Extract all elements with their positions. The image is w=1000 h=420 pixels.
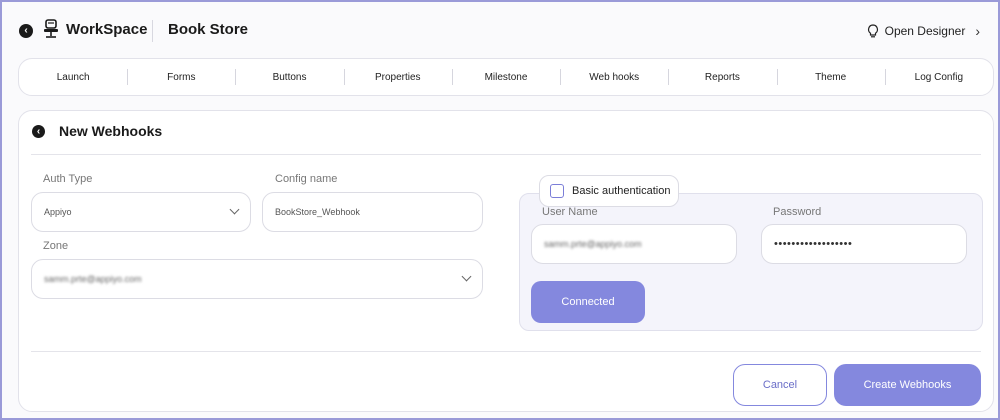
app-window: ‹ WorkSpace Book Store Open Designer › L… xyxy=(0,0,1000,420)
nav-tabs: Launch Forms Buttons Properties Mileston… xyxy=(18,58,994,96)
workspace-label: WorkSpace xyxy=(66,21,148,38)
auth-type-value: Appiyo xyxy=(44,207,72,217)
cancel-button[interactable]: Cancel xyxy=(733,364,827,406)
page-title: New Webhooks xyxy=(59,123,163,139)
chevron-down-icon xyxy=(461,271,472,282)
username-value: samm.prte@appiyo.com xyxy=(544,239,642,249)
username-label: User Name xyxy=(542,206,598,218)
create-webhooks-button[interactable]: Create Webhooks xyxy=(834,364,981,406)
config-name-label: Config name xyxy=(275,173,338,185)
tab-web-hooks[interactable]: Web hooks xyxy=(560,68,668,85)
password-label: Password xyxy=(773,206,822,218)
tab-log-config[interactable]: Log Config xyxy=(884,68,993,85)
config-name-input[interactable]: BookStore_Webhook xyxy=(262,192,483,232)
config-name-value: BookStore_Webhook xyxy=(275,207,360,217)
top-bar: ‹ WorkSpace Book Store Open Designer › xyxy=(2,2,1000,56)
username-input[interactable]: samm.prte@appiyo.com xyxy=(531,224,737,264)
basic-auth-checkbox[interactable] xyxy=(550,184,564,198)
basic-auth-label: Basic authentication xyxy=(572,185,671,197)
basic-auth-toggle[interactable]: Basic authentication xyxy=(539,175,679,207)
auth-type-select[interactable]: Appiyo xyxy=(31,192,251,232)
zone-label: Zone xyxy=(43,240,69,252)
divider xyxy=(31,351,981,352)
open-designer-label: Open Designer xyxy=(884,24,966,38)
tab-forms[interactable]: Forms xyxy=(127,68,235,85)
tab-milestone[interactable]: Milestone xyxy=(451,68,560,85)
connected-button[interactable]: Connected xyxy=(531,281,645,323)
chair-icon xyxy=(44,19,58,38)
webhook-form-card: ‹ New Webhooks Auth Type Appiyo Config n… xyxy=(18,110,994,412)
zone-value: samm.prte@appiyo.com xyxy=(44,274,142,284)
tab-launch[interactable]: Launch xyxy=(19,72,127,83)
password-value: •••••••••••••••••• xyxy=(774,238,853,250)
divider xyxy=(152,20,153,42)
app-name: Book Store xyxy=(168,21,249,38)
divider xyxy=(31,154,981,155)
zone-select[interactable]: samm.prte@appiyo.com xyxy=(31,259,483,299)
chevron-right-icon: › xyxy=(975,23,980,39)
back-arrow-icon[interactable]: ‹ xyxy=(32,125,45,138)
tab-properties[interactable]: Properties xyxy=(343,68,452,85)
bulb-icon xyxy=(867,24,878,38)
password-input[interactable]: •••••••••••••••••• xyxy=(761,224,967,264)
tab-reports[interactable]: Reports xyxy=(668,68,776,85)
chevron-down-icon xyxy=(229,204,240,215)
tab-buttons[interactable]: Buttons xyxy=(235,68,343,85)
auth-type-label: Auth Type xyxy=(43,173,93,185)
tab-theme[interactable]: Theme xyxy=(776,68,885,85)
open-designer-button[interactable]: Open Designer › xyxy=(867,23,980,39)
back-arrow-icon[interactable]: ‹ xyxy=(19,24,33,38)
